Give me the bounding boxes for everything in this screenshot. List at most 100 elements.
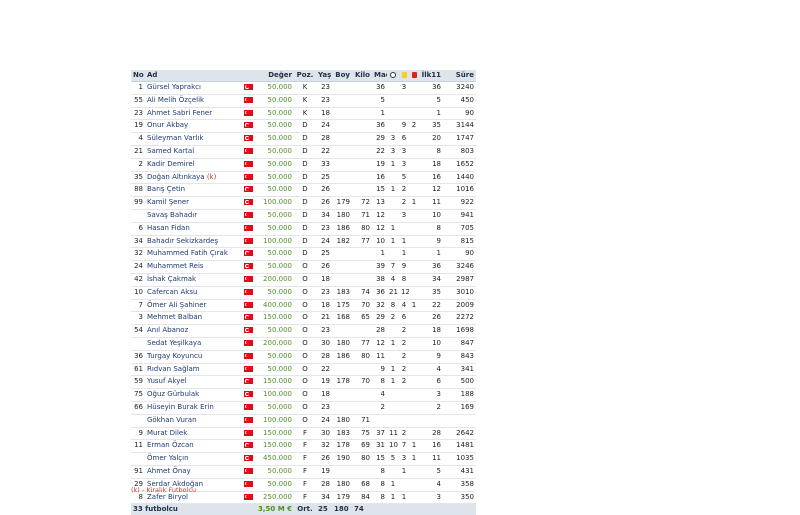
player-name-link[interactable]: Cafercan Aksu	[147, 288, 197, 296]
player-name[interactable]: Barış Çetin	[145, 184, 240, 197]
col-matches[interactable]: Maç	[372, 70, 387, 82]
player-name-link[interactable]: Mehmet Balban	[147, 313, 202, 321]
table-row: 2 Kadir Demirel 50.000 D 33 19 1 3 18 1652	[131, 158, 476, 172]
player-name-link[interactable]: Oğuz Gürbulak	[147, 390, 199, 398]
player-name[interactable]: Doğan Altınkaya (k)	[145, 171, 240, 184]
player-name-link[interactable]: Turgay Koyuncu	[147, 352, 202, 360]
player-name-link[interactable]: Murat Dilek	[147, 429, 187, 437]
player-name[interactable]: Muhammed Fatih Çırak	[145, 248, 240, 261]
player-name-link[interactable]: Rıdvan Sağlam	[147, 365, 200, 373]
player-name[interactable]: Oğuz Gürbulak	[145, 389, 240, 402]
player-name[interactable]: Mehmet Balban	[145, 312, 240, 325]
player-name-link[interactable]: Ahmet Sabri Fener	[147, 109, 212, 117]
yellow-cards	[399, 107, 409, 120]
player-name-link[interactable]: Ömer Yalçın	[147, 454, 189, 462]
player-name-link[interactable]: Doğan Altınkaya	[147, 173, 205, 181]
market-value: 450.000	[263, 454, 292, 463]
col-age[interactable]: Yaş	[316, 70, 332, 82]
minutes: 3144	[456, 121, 474, 130]
player-name-link[interactable]: Süleyman Varlık	[147, 134, 203, 142]
col-weight[interactable]: Kilo	[352, 70, 372, 82]
minutes: 3246	[456, 262, 474, 271]
player-name-link[interactable]: Hüseyin Burak Erin	[147, 403, 214, 411]
player-name[interactable]: Kamil Şener	[145, 197, 240, 210]
player-name-link[interactable]: Ali Melih Özçelik	[147, 96, 204, 104]
col-value[interactable]: Değer	[256, 70, 294, 82]
col-position[interactable]: Poz.	[294, 70, 316, 82]
player-name-link[interactable]: Muhammet Reis	[147, 262, 204, 270]
player-name-link[interactable]: Yusuf Akyel	[147, 377, 187, 385]
player-name-link[interactable]: Sedat Yeşilkaya	[147, 339, 201, 347]
player-name-link[interactable]: Erman Özcan	[147, 441, 194, 449]
player-name[interactable]: Ömer Ali Şahiner	[145, 299, 240, 312]
player-name-link[interactable]: Gökhan Vuran	[147, 416, 197, 424]
player-name-link[interactable]: İshak Çakmak	[147, 275, 196, 283]
player-name[interactable]: Süleyman Varlık	[145, 133, 240, 146]
player-name-link[interactable]: Samed Kartal	[147, 147, 194, 155]
col-starts[interactable]: İlk11	[419, 70, 443, 82]
col-red[interactable]	[409, 70, 419, 82]
player-name[interactable]: Savaş Bahadır	[145, 209, 240, 222]
player-name[interactable]: Hüseyin Burak Erin	[145, 401, 240, 414]
market-value: 200.000	[263, 338, 292, 347]
weight	[352, 389, 372, 402]
col-yellow[interactable]	[399, 70, 409, 82]
player-name[interactable]: Ali Melih Özçelik	[145, 94, 240, 107]
player-name-link[interactable]: Bahadır Sekizkardeş	[147, 237, 218, 245]
red-cards	[409, 273, 419, 286]
height	[332, 107, 352, 120]
player-name[interactable]: Hasan Fidan	[145, 222, 240, 235]
matches: 2	[380, 402, 385, 411]
player-name[interactable]: Samed Kartal	[145, 145, 240, 158]
player-name-link[interactable]: Onur Akbay	[147, 121, 188, 129]
player-name[interactable]: Gökhan Vuran	[145, 414, 240, 427]
goals: 11	[389, 428, 398, 437]
player-name[interactable]: Rıdvan Sağlam	[145, 363, 240, 376]
starts: 12	[432, 185, 441, 194]
matches: 37	[376, 428, 385, 437]
matches: 13	[376, 198, 385, 207]
squad-table: No Ad Değer Poz. Yaş Boy Kilo Maç İlk11 …	[131, 70, 476, 515]
age: 28	[321, 479, 330, 488]
player-name[interactable]: Sedat Yeşilkaya	[145, 337, 240, 350]
goals	[387, 94, 399, 107]
player-name-link[interactable]: Kadir Demirel	[147, 160, 195, 168]
player-name[interactable]: Kadir Demirel	[145, 158, 240, 171]
starts: 6	[436, 377, 441, 386]
col-minutes[interactable]: Süre	[443, 70, 476, 82]
player-name-link[interactable]: Barış Çetin	[147, 185, 185, 193]
player-name[interactable]: Gürsel Yaprakcı	[145, 82, 240, 95]
player-name[interactable]: Yusuf Akyel	[145, 376, 240, 389]
player-name-link[interactable]: Savaş Bahadır	[147, 211, 197, 219]
market-value: 50.000	[267, 466, 293, 475]
player-name-link[interactable]: Kamil Şener	[147, 198, 189, 206]
weight: 77	[361, 236, 370, 245]
player-name[interactable]: Turgay Koyuncu	[145, 350, 240, 363]
player-name[interactable]: Ömer Yalçın	[145, 453, 240, 466]
player-name[interactable]: Anıl Abanoz	[145, 325, 240, 338]
minutes: 847	[460, 338, 474, 347]
player-name-link[interactable]: Muhammed Fatih Çırak	[147, 249, 228, 257]
market-value: 50.000	[267, 185, 293, 194]
player-name-link[interactable]: Ömer Ali Şahiner	[147, 301, 206, 309]
col-name[interactable]: Ad	[145, 70, 240, 82]
player-name[interactable]: Ahmet Sabri Fener	[145, 107, 240, 120]
starts: 11	[432, 198, 441, 207]
col-goals[interactable]	[387, 70, 399, 82]
player-name-link[interactable]: Anıl Abanoz	[147, 326, 188, 334]
player-name[interactable]: İshak Çakmak	[145, 273, 240, 286]
player-name[interactable]: Murat Dilek	[145, 427, 240, 440]
player-name[interactable]: Erman Özcan	[145, 440, 240, 453]
player-name-link[interactable]: Ahmet Önay	[147, 467, 191, 475]
player-name[interactable]: Muhammet Reis	[145, 261, 240, 274]
player-name[interactable]: Cafercan Aksu	[145, 286, 240, 299]
player-name[interactable]: Ahmet Önay	[145, 465, 240, 478]
col-no[interactable]: No	[131, 70, 145, 82]
age: 23	[321, 402, 330, 411]
player-name-link[interactable]: Gürsel Yaprakcı	[147, 83, 201, 91]
col-height[interactable]: Boy	[332, 70, 352, 82]
player-name-link[interactable]: Hasan Fidan	[147, 224, 190, 232]
matches: 12	[376, 210, 385, 219]
player-name[interactable]: Bahadır Sekizkardeş	[145, 235, 240, 248]
player-name[interactable]: Onur Akbay	[145, 120, 240, 133]
